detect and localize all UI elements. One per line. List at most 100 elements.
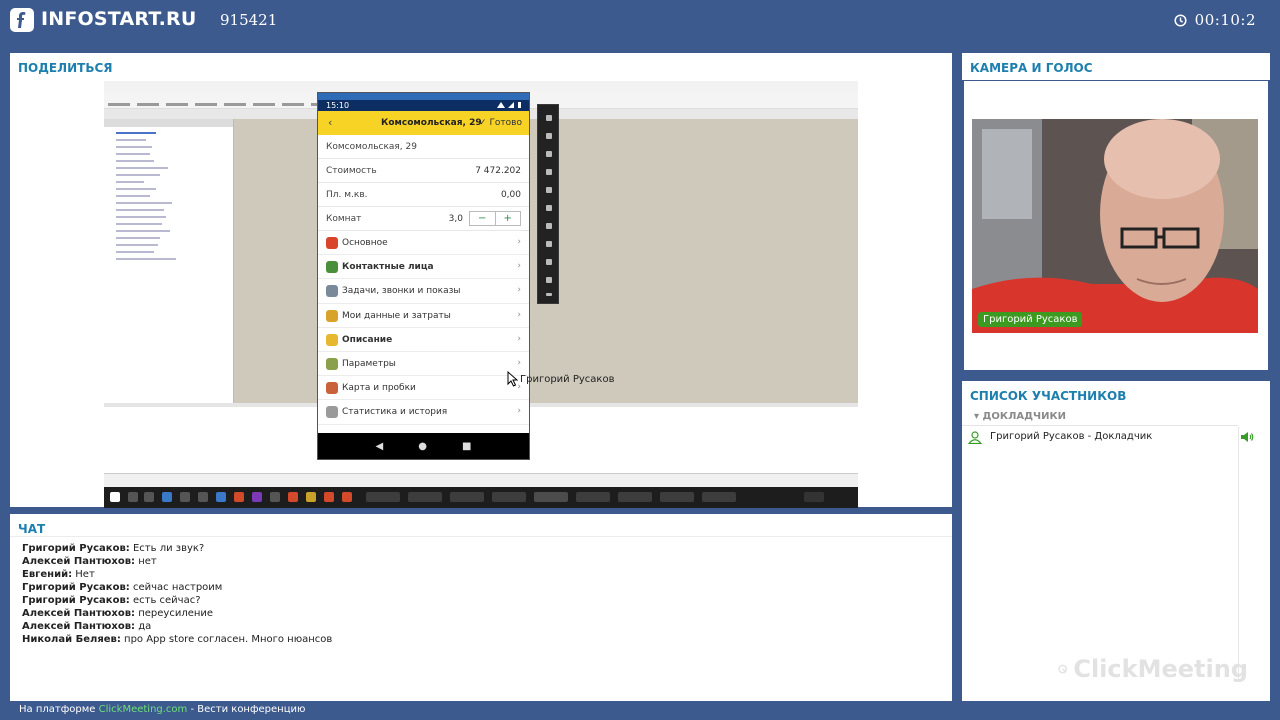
chat-message: Григорий Русаков: Есть ли звук? — [22, 542, 332, 555]
address-field[interactable]: Комсомольская, 29 — [318, 135, 529, 159]
chat-text: переусиление — [135, 608, 214, 619]
camera-panel-title: КАМЕРА И ГОЛОС — [970, 61, 1093, 75]
phone-menu-item[interactable]: Контактные лица › — [318, 255, 529, 280]
chat-message: Григорий Русаков: сейчас настроим — [22, 581, 332, 594]
menu-item-icon — [326, 382, 338, 395]
chat-message: Алексей Пантюхов: переусиление — [22, 607, 332, 620]
phone-menu-item[interactable]: Основное › — [318, 231, 529, 256]
clickmeeting-watermark: ClickMeeting — [1058, 651, 1248, 687]
speaker-icon[interactable] — [1240, 431, 1254, 443]
room-id: 915421 — [220, 11, 278, 29]
infostart-logo-icon — [10, 8, 34, 32]
phone-menu-item[interactable]: Параметры › — [318, 352, 529, 377]
rotate-left-icon[interactable] — [546, 169, 552, 175]
timer-text: 00:10:2 — [1194, 11, 1256, 29]
home-icon[interactable] — [546, 259, 552, 265]
phone-appbar-title: Комсомольская, 29 — [381, 118, 482, 128]
volume-down-icon[interactable] — [546, 151, 552, 157]
chat-text: про App store согласен. Много нюансов — [120, 634, 333, 645]
chat-author: Евгений: — [22, 569, 73, 580]
phone-appbar: ‹ Комсомольская, 29 ✓ Готово — [318, 111, 529, 135]
menu-item-label: Параметры — [342, 358, 396, 369]
list-scroll-edge — [1238, 427, 1239, 681]
android-emulator[interactable]: 15:10 ‹ Комсомольская, 29 ✓ Готово Комсо… — [317, 92, 530, 460]
rotate-right-icon[interactable] — [546, 187, 552, 193]
shared-screen[interactable]: 15:10 ‹ Комсомольская, 29 ✓ Готово Комсо… — [104, 81, 858, 508]
back-arrow-icon[interactable]: ‹ — [328, 116, 332, 129]
speaker-video-frame — [972, 119, 1258, 333]
menu-item-icon — [326, 237, 338, 249]
chat-text: сейчас настроим — [129, 582, 223, 593]
nav-home-icon[interactable]: ● — [418, 441, 427, 452]
footer-link[interactable]: ClickMeeting.com — [99, 704, 188, 715]
field-value: 7 472.202 — [475, 166, 521, 176]
power-icon[interactable] — [546, 115, 552, 121]
menu-item-icon — [326, 406, 338, 419]
footer-prefix: На платформе — [19, 704, 99, 715]
field-label: Стоимость — [326, 166, 377, 176]
config-tree — [104, 119, 234, 403]
nav-back-icon[interactable]: ◀ — [376, 441, 384, 452]
participant-row[interactable]: Григорий Русаков - Докладчик — [968, 430, 1260, 446]
plus-button[interactable]: + — [494, 212, 521, 225]
android-nav-bar: ◀ ● ■ — [318, 433, 529, 459]
share-panel-title: ПОДЕЛИТЬСЯ — [18, 61, 113, 75]
back-icon[interactable] — [546, 241, 552, 247]
presenters-group-header[interactable]: ▾ ДОКЛАДЧИКИ — [974, 411, 1066, 422]
field-label: Пл. м.кв. — [326, 190, 368, 200]
phone-menu-item[interactable]: Мои данные и затраты › — [318, 304, 529, 328]
address-value: Комсомольская, 29 — [326, 142, 417, 152]
top-bar: INFOSTART.RU 915421 00:10:2 — [0, 0, 1280, 40]
chevron-right-icon: › — [517, 357, 521, 368]
chat-text: да — [135, 621, 152, 632]
chevron-right-icon: › — [517, 285, 521, 296]
rooms-value: 3,0 — [448, 214, 463, 224]
menu-item-label: Статистика и история — [342, 407, 448, 418]
menu-item-icon — [326, 261, 338, 274]
rooms-field: Комнат 3,0 − + — [318, 207, 529, 231]
clock-icon — [1174, 13, 1187, 27]
phone-menu-item[interactable]: Задачи, звонки и показы › — [318, 279, 529, 304]
chevron-right-icon: › — [517, 309, 521, 320]
divider — [962, 425, 1238, 426]
overview-icon[interactable] — [546, 277, 552, 283]
area-field[interactable]: Пл. м.кв. 0,00 — [318, 183, 529, 207]
speaker-video[interactable]: Григорий Русаков — [972, 119, 1258, 333]
taskbar — [104, 487, 858, 508]
speaker-name-tag: Григорий Русаков — [978, 312, 1083, 327]
chat-author: Алексей Пантюхов: — [22, 608, 136, 619]
clickmeeting-logo-icon — [1058, 664, 1068, 674]
phone-menu-item[interactable]: Карта и пробки › — [318, 376, 529, 401]
session-timer: 00:10:2 — [1174, 11, 1256, 29]
chevron-right-icon: › — [517, 406, 521, 417]
chat-message: Григорий Русаков: есть сейчас? — [22, 594, 332, 607]
chat-author: Григорий Русаков: — [22, 543, 130, 554]
camera-icon[interactable] — [546, 205, 552, 211]
more-icon[interactable] — [546, 293, 552, 296]
price-field[interactable]: Стоимость 7 472.202 — [318, 159, 529, 183]
rooms-stepper: − + — [469, 211, 521, 226]
chat-author: Алексей Пантюхов: — [22, 556, 136, 567]
chat-message: Алексей Пантюхов: нет — [22, 555, 332, 568]
chat-text: Нет — [72, 569, 95, 580]
mouse-cursor-icon — [507, 371, 518, 387]
minus-button[interactable]: − — [470, 212, 495, 225]
zoom-icon[interactable] — [546, 223, 552, 229]
chat-author: Алексей Пантюхов: — [22, 621, 136, 632]
menu-item-icon — [326, 309, 338, 322]
chat-panel-title: ЧАТ — [18, 522, 46, 536]
window-titlebar — [104, 81, 858, 91]
footer-suffix: - Вести конференцию — [187, 704, 306, 715]
volume-up-icon[interactable] — [546, 133, 552, 139]
phone-menu-item[interactable]: Статистика и история › — [318, 400, 529, 425]
chat-messages: Григорий Русаков: Есть ли звук? Алексей П… — [22, 542, 332, 646]
emulator-toolbar — [537, 104, 559, 304]
participants-panel-title: СПИСОК УЧАСТНИКОВ — [970, 389, 1127, 403]
phone-menu-item[interactable]: Описание › — [318, 328, 529, 352]
done-button[interactable]: ✓ Готово — [479, 118, 522, 128]
chat-text: Есть ли звук? — [129, 543, 205, 554]
window-statusbar — [104, 473, 858, 487]
watermark-text: ClickMeeting — [1073, 655, 1248, 683]
menu-item-label: Мои данные и затраты — [342, 310, 451, 321]
nav-recents-icon[interactable]: ■ — [462, 441, 471, 452]
